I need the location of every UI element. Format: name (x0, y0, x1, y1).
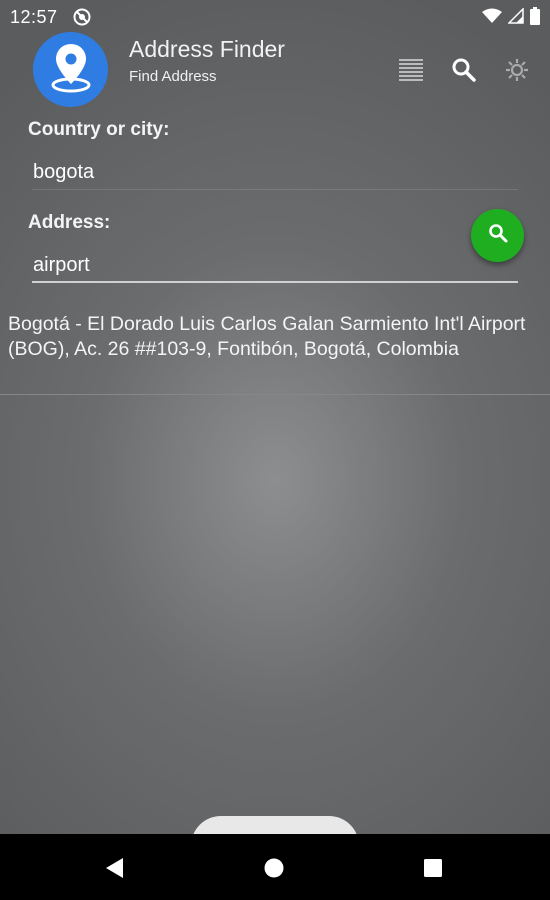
country-label: Country or city: (28, 119, 170, 140)
gear-icon[interactable] (503, 56, 531, 84)
country-input-underline (32, 189, 518, 190)
result-item[interactable]: Bogotá - El Dorado Luis Carlos Galan Sar… (0, 304, 550, 395)
back-icon[interactable] (102, 856, 126, 880)
address-input[interactable]: airport (33, 254, 90, 277)
home-icon[interactable] (262, 856, 286, 880)
battery-icon (530, 7, 540, 30)
status-time: 12:57 (10, 7, 58, 27)
signal-icon (507, 7, 524, 29)
app-subtitle: Find Address (129, 68, 217, 85)
app-logo (33, 32, 108, 107)
status-icons (482, 7, 540, 30)
app-title: Address Finder (129, 36, 285, 62)
recents-icon[interactable] (421, 856, 445, 880)
status-bar: 12:57 (0, 0, 550, 32)
address-label: Address: (28, 212, 111, 233)
search-icon[interactable] (450, 56, 478, 84)
navigation-bar (0, 834, 550, 900)
wifi-icon (482, 8, 502, 29)
list-icon[interactable] (397, 56, 425, 84)
search-icon (487, 222, 509, 249)
do-not-disturb-icon (73, 8, 91, 31)
search-button[interactable] (471, 209, 524, 262)
map-pin-icon (49, 40, 93, 99)
result-address: Bogotá - El Dorado Luis Carlos Galan Sar… (8, 313, 526, 360)
country-input[interactable]: bogota (33, 161, 94, 184)
address-input-underline (32, 281, 518, 283)
